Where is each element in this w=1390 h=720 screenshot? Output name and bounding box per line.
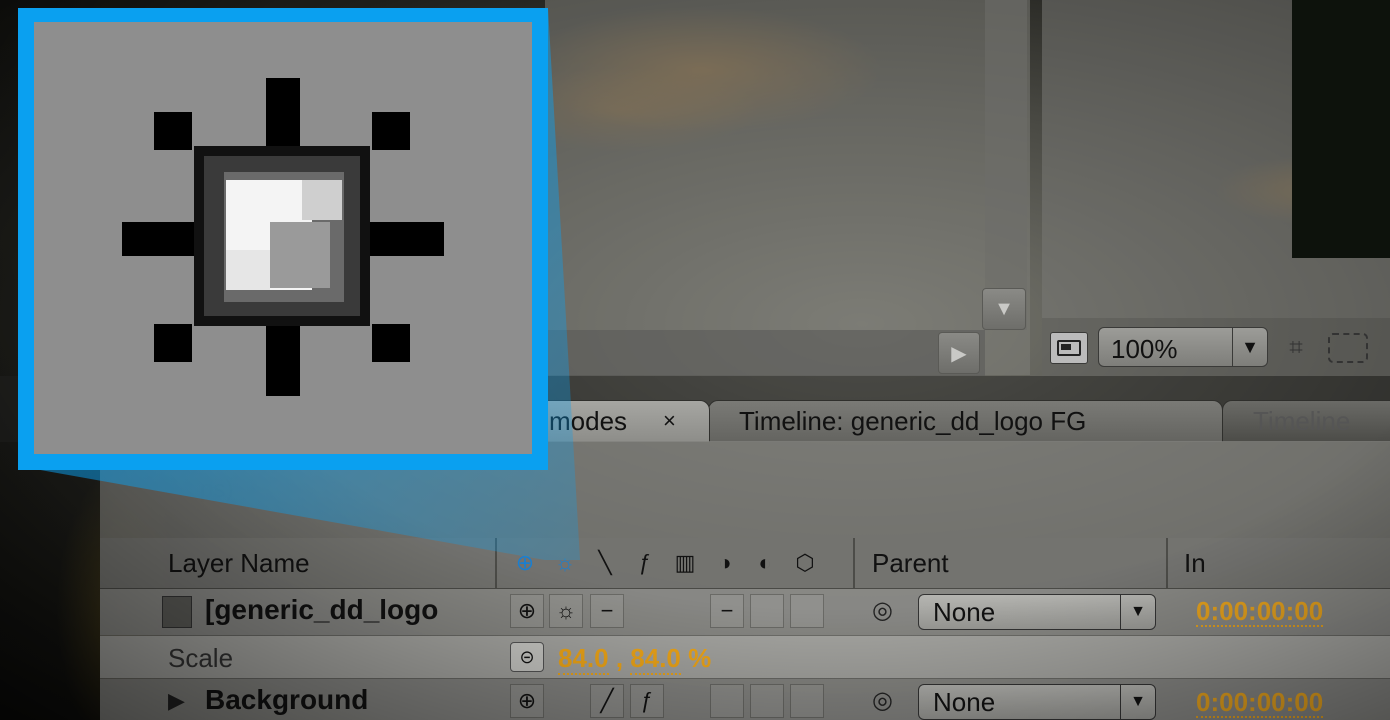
quality-sun-icon: [122, 78, 444, 396]
magnified-view: [34, 22, 532, 454]
